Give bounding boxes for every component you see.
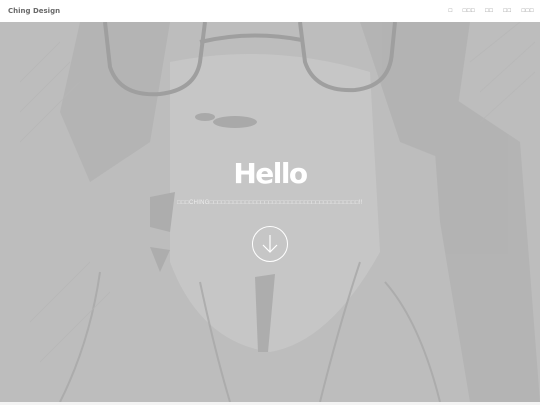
nav-item-5[interactable]: □□□: [522, 8, 534, 14]
top-navbar: Ching Design □ □□□ □□ □□ □□□: [0, 0, 540, 22]
hero-title: Hello: [233, 157, 308, 190]
scroll-down-button[interactable]: [252, 226, 288, 262]
nav-item-2[interactable]: □□□: [463, 8, 475, 14]
hero-section: Hello □□□CHING□□□□□□□□□□□□□□□□□□□□□□□□□□…: [0, 22, 540, 402]
nav-item-3[interactable]: □□: [485, 8, 493, 14]
nav-item-4[interactable]: □□: [503, 8, 511, 14]
main-nav: □ □□□ □□ □□ □□□: [449, 8, 534, 14]
hero-content: Hello □□□CHING□□□□□□□□□□□□□□□□□□□□□□□□□□…: [0, 22, 540, 402]
nav-item-1[interactable]: □: [449, 8, 453, 14]
arrow-down-icon: [262, 235, 278, 253]
hero-subtitle: □□□CHING□□□□□□□□□□□□□□□□□□□□□□□□□□□□□□□□…: [177, 200, 363, 206]
brand-link[interactable]: Ching Design: [8, 7, 60, 15]
